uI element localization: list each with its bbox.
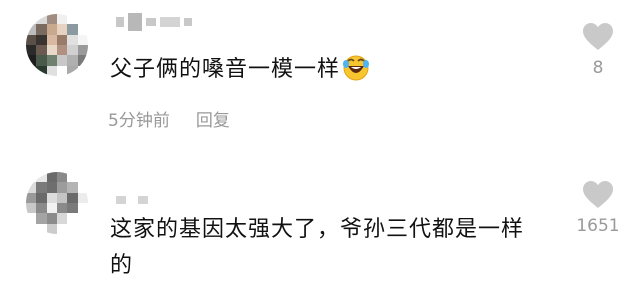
comment-item: 这家的基因太强大了，爷孙三代都是一样的 1651 — [0, 150, 640, 298]
username-obscured[interactable] — [116, 190, 148, 210]
heart-icon[interactable] — [582, 22, 614, 52]
comment-meta: 5分钟前 回复 — [108, 106, 230, 131]
heart-icon[interactable] — [582, 180, 614, 210]
like-count: 8 — [592, 58, 604, 78]
comment-time: 5分钟前 — [108, 111, 170, 131]
like-button[interactable]: 1651 — [568, 180, 628, 236]
username-obscured[interactable] — [116, 12, 192, 32]
reply-button[interactable]: 回复 — [196, 106, 230, 131]
laughing-crying-emoji-icon — [343, 55, 370, 81]
comment-text: 父子俩的嗓音一模一样 — [110, 52, 370, 88]
comment-item: 父子俩的嗓音一模一样 5分钟前 回复 8 — [0, 0, 640, 150]
avatar[interactable] — [26, 14, 88, 76]
like-button[interactable]: 8 — [568, 22, 628, 78]
like-count: 1651 — [576, 216, 620, 236]
comment-text: 这家的基因太强大了，爷孙三代都是一样的 — [110, 217, 525, 278]
avatar[interactable] — [26, 172, 88, 234]
